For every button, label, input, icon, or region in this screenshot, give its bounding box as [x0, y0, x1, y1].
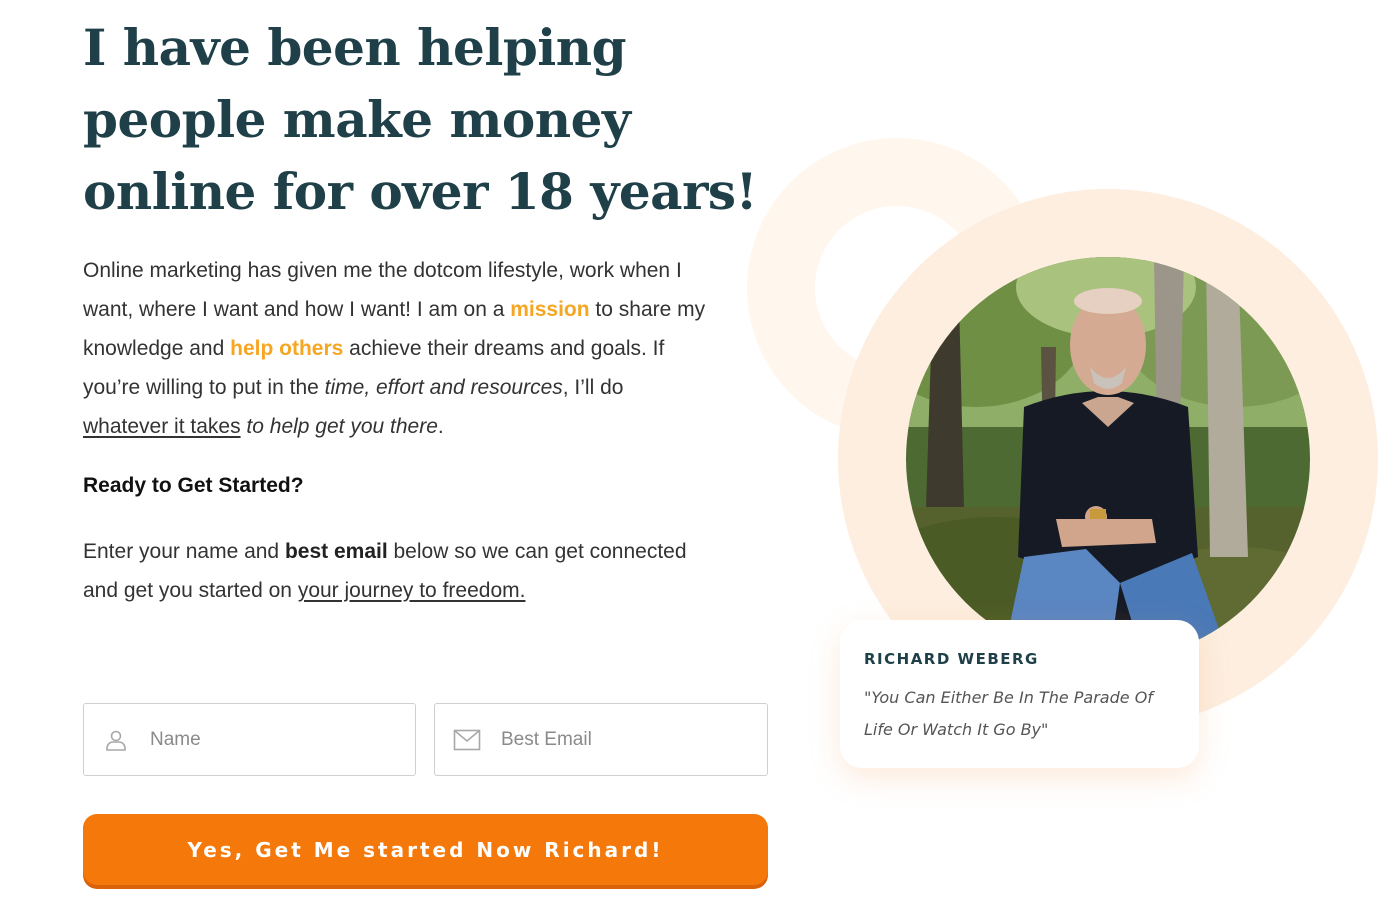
profile-photo: [906, 257, 1310, 661]
whatever-it-takes-link[interactable]: whatever it takes: [83, 415, 241, 438]
intro-text-5: .: [437, 415, 444, 438]
profile-name: RICHARD WEBERG: [864, 650, 1039, 668]
enter-paragraph: Enter your name and best email below so …: [83, 532, 703, 610]
name-field[interactable]: [83, 703, 416, 776]
name-input[interactable]: [148, 727, 415, 752]
intro-paragraph: Online marketing has given me the dotcom…: [83, 251, 708, 446]
journey-to-freedom-link[interactable]: your journey to freedom.: [298, 579, 526, 602]
intro-text-4: , I’ll do: [562, 376, 624, 399]
profile-card: RICHARD WEBERG "You Can Either Be In The…: [840, 620, 1199, 768]
best-email-bold: best email: [284, 540, 388, 563]
mail-icon: [435, 729, 499, 751]
submit-button[interactable]: Yes, Get Me started Now Richard!: [83, 814, 768, 885]
help-others-highlight: help others: [230, 337, 344, 360]
page-headline: I have been helping people make money on…: [83, 18, 758, 221]
ready-heading: Ready to Get Started?: [83, 474, 304, 497]
mission-highlight: mission: [510, 298, 590, 321]
email-field[interactable]: [434, 703, 768, 776]
user-icon: [84, 728, 148, 752]
email-input[interactable]: [499, 727, 767, 752]
enter-text-1: Enter your name and: [83, 540, 285, 563]
intro-emphasis-1: time, effort and resources: [324, 376, 563, 399]
intro-emphasis-2: to help get you there: [240, 415, 438, 438]
profile-quote: "You Can Either Be In The Parade Of Life…: [864, 688, 1153, 739]
